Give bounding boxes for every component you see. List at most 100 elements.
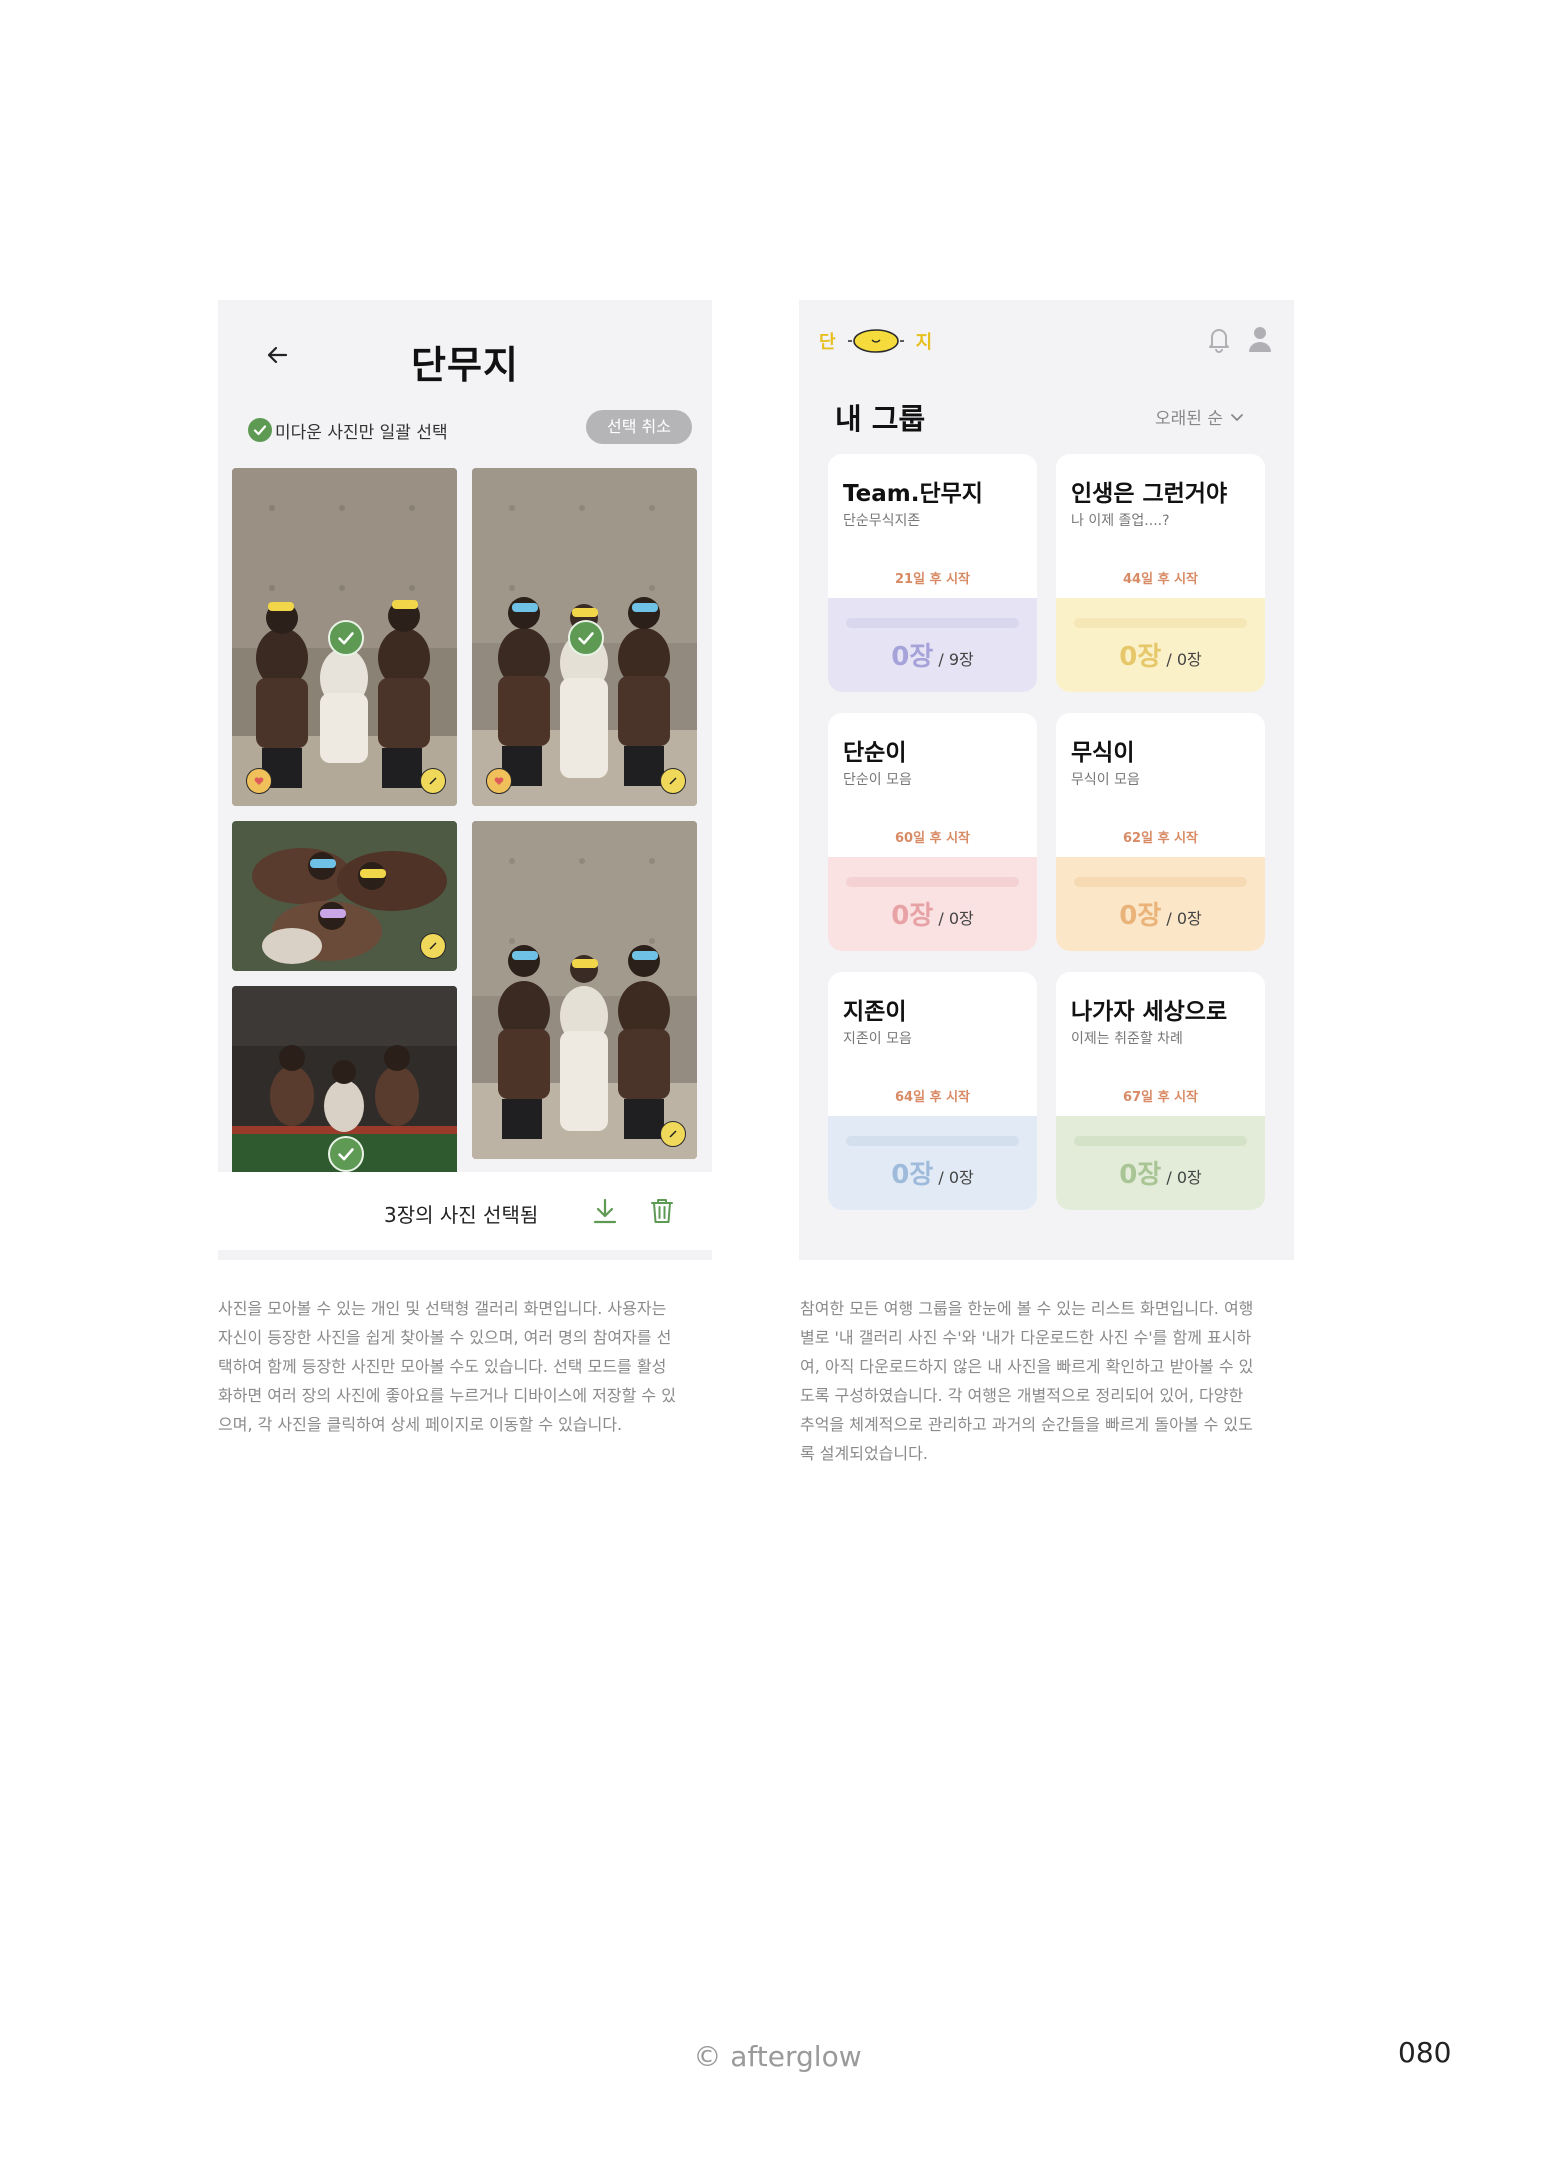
description-line: 화하면 여러 장의 사진에 좋아요를 누르거나 디바이스에 저장할 수 있 — [218, 1386, 676, 1405]
group-start-countdown: 64일 후 시작 — [895, 1090, 970, 1105]
downloaded-count: 0장 — [1119, 1160, 1162, 1190]
total-count: / 0장 — [1166, 650, 1202, 669]
group-progress-area: 0장 / 9장 — [828, 598, 1037, 692]
group-subtitle: 무식이 모음 — [1071, 772, 1140, 788]
group-subtitle: 단순이 모음 — [843, 772, 912, 788]
group-progress-area: 0장 / 0장 — [828, 1116, 1037, 1210]
description-line: 자신이 등장한 사진을 쉽게 찾아볼 수 있으며, 여러 명의 참여자를 선 — [218, 1328, 672, 1347]
group-subtitle: 이제는 취준할 차례 — [1071, 1031, 1183, 1047]
group-progress-area: 0장 / 0장 — [1056, 1116, 1265, 1210]
cancel-selection-button[interactable]: 선택 취소 — [586, 410, 692, 444]
download-progress-bar — [1074, 877, 1247, 887]
group-start-countdown: 62일 후 시작 — [1123, 831, 1198, 846]
download-count: 0장 / 9장 — [828, 636, 1037, 673]
downloaded-count: 0장 — [891, 1160, 934, 1190]
app-logo[interactable]: 단 지 — [819, 326, 932, 356]
group-start-countdown: 21일 후 시작 — [895, 572, 970, 587]
download-count: 0장 / 0장 — [1056, 1154, 1265, 1191]
group-start-countdown: 44일 후 시작 — [1123, 572, 1198, 587]
total-count: / 0장 — [1166, 1168, 1202, 1187]
group-card[interactable]: 지존이 지존이 모음 64일 후 시작 0장 / 0장 — [828, 972, 1037, 1210]
select-undownloaded-label: 미다운 사진만 일괄 선택 — [275, 422, 448, 443]
description-line: 록 설계되었습니다. — [800, 1444, 928, 1463]
total-count: / 0장 — [938, 1168, 974, 1187]
group-title: Team.단무지 — [843, 481, 983, 507]
download-progress-bar — [846, 1136, 1019, 1146]
selected-count: 3장의 사진 선택됨 — [384, 1203, 539, 1227]
check-icon — [248, 418, 272, 442]
footer-brand: © afterglow — [693, 2040, 862, 2073]
description-line: 으며, 각 사진을 클릭하여 상세 페이지로 이동할 수 있습니다. — [218, 1415, 623, 1434]
group-card[interactable]: 인생은 그런거야나 이제 졸업....? 44일 후 시작 0장 / 0장 — [1056, 454, 1265, 692]
total-count: / 0장 — [938, 909, 974, 928]
group-progress-area: 0장 / 0장 — [1056, 857, 1265, 951]
heart-like-icon[interactable] — [246, 768, 272, 794]
photo-item[interactable] — [472, 468, 697, 806]
heart-like-icon[interactable] — [660, 1121, 686, 1147]
group-start-countdown: 67일 후 시작 — [1123, 1090, 1198, 1105]
lemon-logo-icon — [847, 329, 904, 353]
sort-dropdown[interactable]: 오래된 순 — [1155, 404, 1245, 429]
heart-like-icon[interactable] — [486, 768, 512, 794]
group-subtitle: 단순무식지존 — [843, 513, 921, 529]
group-card[interactable]: 무식이 무식이 모음 62일 후 시작 0장 / 0장 — [1056, 713, 1265, 951]
group-title: 지존이 — [843, 999, 907, 1025]
download-count: 0장 / 0장 — [828, 895, 1037, 932]
logo-text-left: 단 — [819, 332, 836, 353]
bell-icon[interactable] — [1205, 324, 1233, 354]
total-count: / 9장 — [938, 650, 974, 669]
trash-icon[interactable] — [648, 1196, 676, 1226]
description-line: 별로 '내 갤러리 사진 수'와 '내가 다운로드한 사진 수'를 함께 표시하 — [800, 1328, 1252, 1347]
groups-description: 참여한 모든 여행 그룹을 한눈에 볼 수 있는 리스트 화면입니다. 여행 별… — [800, 1294, 1253, 1468]
download-count: 0장 / 0장 — [1056, 636, 1265, 673]
group-subtitle: 나 이제 졸업....? — [1071, 513, 1170, 529]
group-start-countdown: 60일 후 시작 — [895, 831, 970, 846]
group-card[interactable]: Team.단무지단순무식지존 21일 후 시작 0장 / 9장 — [828, 454, 1037, 692]
photo-image — [472, 821, 697, 1159]
heart-like-icon[interactable] — [420, 933, 446, 959]
description-line: 여, 아직 다운로드하지 않은 내 사진을 빠르게 확인하고 받아볼 수 있 — [800, 1357, 1254, 1376]
selected-check-icon — [328, 620, 364, 656]
user-icon[interactable] — [1247, 324, 1273, 354]
sort-label: 오래된 순 — [1155, 409, 1223, 429]
group-progress-area: 0장 / 0장 — [828, 857, 1037, 951]
group-card[interactable]: 단순이단순이 모음 60일 후 시작 0장 / 0장 — [828, 713, 1037, 951]
select-undownloaded-toggle[interactable]: 미다운 사진만 일괄 선택 — [248, 416, 448, 444]
group-progress-area: 0장 / 0장 — [1056, 598, 1265, 692]
photo-item[interactable] — [232, 468, 457, 806]
downloaded-count: 0장 — [1119, 642, 1162, 672]
description-line: 택하여 함께 등장한 사진만 모아볼 수도 있습니다. 선택 모드를 활성 — [218, 1357, 667, 1376]
description-line: 사진을 모아볼 수 있는 개인 및 선택형 갤러리 화면입니다. 사용자는 — [218, 1299, 667, 1318]
download-progress-bar — [846, 618, 1019, 628]
download-count: 0장 / 0장 — [828, 1154, 1037, 1191]
description-line: 추억을 체계적으로 관리하고 과거의 순간들을 빠르게 돌아볼 수 있도 — [800, 1415, 1253, 1434]
download-progress-bar — [846, 877, 1019, 887]
group-title: 단순이 — [843, 740, 907, 766]
group-title: 인생은 그런거야 — [1071, 481, 1228, 507]
photo-item[interactable] — [232, 986, 457, 1172]
selected-check-icon — [568, 620, 604, 656]
logo-text-right: 지 — [915, 332, 933, 353]
group-title: 나가자 세상으로 — [1071, 999, 1228, 1025]
heart-like-icon[interactable] — [420, 768, 446, 794]
groups-screen: 단 지 내 그룹 오래된 순 Team.단무지단순무식지존 21일 후 시작 0장 … — [799, 300, 1294, 1260]
downloaded-count: 0장 — [1119, 901, 1162, 931]
gallery-description: 사진을 모아볼 수 있는 개인 및 선택형 갤러리 화면입니다. 사용자는 자신… — [218, 1294, 676, 1439]
gallery-screen: 단무지 미다운 사진만 일괄 선택 선택 취소 3장의 사진 선택됨 — [218, 300, 712, 1260]
download-count: 0장 / 0장 — [1056, 895, 1265, 932]
download-progress-bar — [1074, 618, 1247, 628]
page-title: 단무지 — [411, 343, 519, 387]
page-title: 내 그룹 — [835, 402, 926, 436]
description-line: 참여한 모든 여행 그룹을 한눈에 볼 수 있는 리스트 화면입니다. 여행 — [800, 1299, 1254, 1318]
photo-item[interactable] — [232, 821, 457, 971]
downloaded-count: 0장 — [891, 901, 934, 931]
download-progress-bar — [1074, 1136, 1247, 1146]
heart-like-icon[interactable] — [660, 768, 686, 794]
selected-check-icon — [328, 1136, 364, 1172]
photo-item[interactable] — [472, 821, 697, 1159]
selection-action-bar: 3장의 사진 선택됨 — [218, 1172, 712, 1250]
page-number: 080 — [1398, 2036, 1452, 2069]
group-card[interactable]: 나가자 세상으로이제는 취준할 차례 67일 후 시작 0장 / 0장 — [1056, 972, 1265, 1210]
download-icon[interactable] — [590, 1196, 620, 1226]
chevron-down-icon — [1231, 413, 1243, 421]
